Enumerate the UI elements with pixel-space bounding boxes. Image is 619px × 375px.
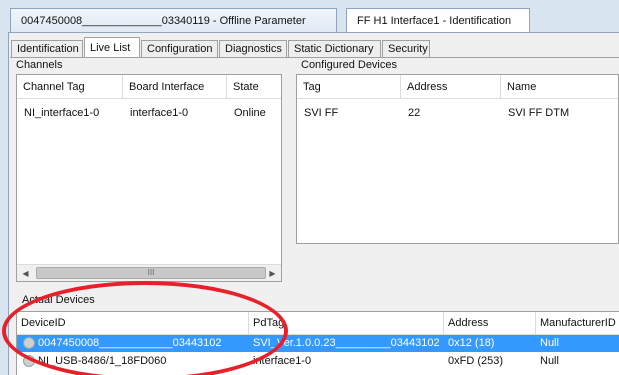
scroll-right-icon[interactable]: ▶ (264, 265, 281, 281)
doc-tab-label: 0047450008_____________03340119 - Offlin… (21, 15, 306, 27)
scroll-left-icon[interactable]: ◀ (17, 265, 34, 281)
column-header-address[interactable]: Address (444, 312, 536, 335)
pd-tag-cell[interactable]: interface1-0 (253, 355, 443, 367)
column-header-channel-tag[interactable]: Channel Tag (17, 75, 123, 99)
configured-devices-list[interactable]: Tag Address Name SVI FF 22 SVI FF DTM (296, 74, 619, 244)
device-name-cell[interactable]: SVI FF DTM (508, 107, 569, 119)
channel-tag-cell[interactable]: NI_interface1-0 (24, 107, 99, 119)
tab-diagnostics[interactable]: Diagnostics (219, 40, 287, 57)
tab-live-list[interactable]: Live List (84, 37, 140, 58)
board-interface-cell[interactable]: interface1-0 (130, 107, 188, 119)
device-address-cell[interactable]: 22 (408, 107, 420, 119)
doc-tab-label: FF H1 Interface1 - Identification (357, 15, 512, 27)
column-header-board-interface[interactable]: Board Interface (123, 75, 227, 99)
manufacturer-cell[interactable]: Null (540, 355, 559, 367)
doc-tab-offline-parameter[interactable]: 0047450008_____________03340119 - Offlin… (10, 8, 337, 33)
tab-label: Diagnostics (225, 43, 282, 55)
manufacturer-cell[interactable]: Null (540, 337, 559, 349)
doc-tab-identification[interactable]: FF H1 Interface1 - Identification (346, 8, 530, 35)
column-header-address[interactable]: Address (401, 75, 501, 99)
tab-configuration[interactable]: Configuration (141, 40, 218, 57)
tab-static-dictionary[interactable]: Static Dictionary (288, 40, 381, 57)
tab-security[interactable]: Security (382, 40, 430, 57)
tab-strip-divider (10, 57, 619, 58)
channels-list[interactable]: Channel Tag Board Interface State NI_int… (16, 74, 282, 282)
channels-horizontal-scrollbar[interactable]: ◀ III ▶ (17, 264, 281, 281)
tab-label: Static Dictionary (294, 43, 374, 55)
tab-label: Security (388, 43, 428, 55)
state-cell[interactable]: Online (234, 107, 266, 119)
column-header-state[interactable]: State (227, 75, 281, 99)
column-header-name[interactable]: Name (501, 75, 618, 99)
scroll-thumb-grip: III (147, 268, 155, 277)
annotation-ellipse (2, 281, 288, 375)
tab-label: Configuration (147, 43, 213, 55)
column-header-manufacturer-id[interactable]: ManufacturerID (536, 312, 619, 335)
scroll-thumb[interactable]: III (36, 267, 266, 279)
channels-group-label: Channels (16, 59, 63, 71)
address-cell[interactable]: 0x12 (18) (448, 337, 494, 349)
tab-identification[interactable]: Identification (11, 40, 83, 57)
configured-devices-group-label: Configured Devices (301, 59, 397, 71)
address-cell[interactable]: 0xFD (253) (448, 355, 503, 367)
column-header-tag[interactable]: Tag (297, 75, 401, 99)
tab-label: Identification (17, 43, 79, 55)
tab-label: Live List (90, 42, 131, 54)
device-tag-cell[interactable]: SVI FF (304, 107, 338, 119)
